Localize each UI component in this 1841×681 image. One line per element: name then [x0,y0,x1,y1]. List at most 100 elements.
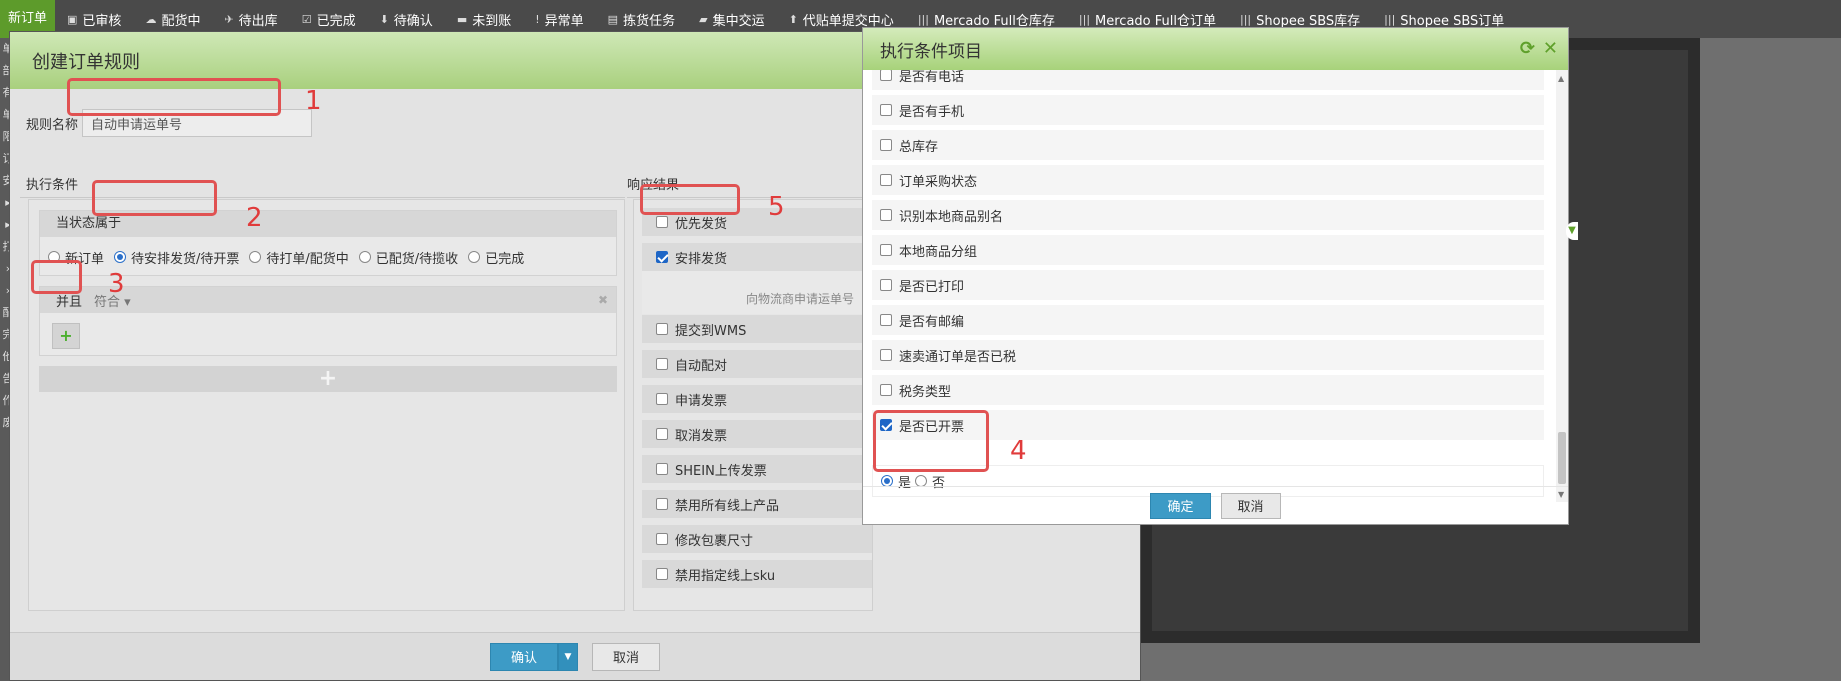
condition-item[interactable]: 是否有邮编 [872,305,1544,335]
response-label: 修改包裹尺寸 [675,533,754,549]
condition-item[interactable]: 是否有电话 [872,70,1544,90]
conditions-panel: 当状态属于 新订单 待安排发货/待开票 待打单/配货中 已配货/待揽收 已完成 并且 符… [28,199,625,611]
checkbox[interactable] [656,323,668,335]
barcode-icon: ||| [1384,12,1396,26]
state-label: 待打单/配货中 [266,251,349,267]
pin-icon: ⬇ [379,12,389,26]
response-label: 申请发票 [675,393,728,409]
condition-item[interactable]: 订单采购状态 [872,165,1544,195]
checkbox[interactable] [880,244,892,256]
condition-label: 是否有邮编 [899,314,965,330]
checkbox[interactable] [880,279,892,291]
checkbox[interactable] [880,70,892,81]
checkbox[interactable] [656,251,668,263]
response-item[interactable]: 安排发货 [642,243,872,271]
checkbox[interactable] [880,349,892,361]
response-label: 自动配对 [675,358,728,374]
confirm-split-button: 确认 ▼ [489,642,578,671]
response-item[interactable]: 修改包裹尺寸 [642,525,872,553]
checkbox[interactable] [880,209,892,221]
response-label: 优先发货 [675,216,728,232]
scrollbar[interactable]: ▲ ▼ [1556,70,1568,502]
close-icon[interactable]: ✕ [1543,38,1558,59]
condition-label: 总库存 [899,139,939,155]
response-item[interactable]: 禁用所有线上产品 [642,490,872,518]
annotation-number: 4 [1010,436,1027,466]
state-condition-box: 当状态属于 新订单 待安排发货/待开票 待打单/配货中 已配货/待揽收 已完成 [39,210,617,276]
response-item[interactable]: SHEIN上传发票 [642,455,872,483]
state-label: 待安排发货/待开票 [131,251,240,267]
response-item[interactable]: 取消发票 [642,420,872,448]
check-square-icon: ☑ [301,12,312,26]
add-condition-button[interactable]: + [52,323,80,349]
condition-item[interactable]: 是否有手机 [872,95,1544,125]
condition-item[interactable]: 税务类型 [872,375,1544,405]
condition-label: 是否有电话 [899,70,965,85]
state-radio-4[interactable]: 已完成 [468,248,524,267]
checkbox[interactable] [880,139,892,151]
remove-group-icon[interactable]: ✖ [598,293,608,307]
condition-label: 识别本地商品别名 [899,209,1004,225]
nav-item-label: 已完成 [316,13,356,29]
response-item[interactable]: 自动配对 [642,350,872,378]
response-label: 禁用所有线上产品 [675,498,780,514]
checkbox[interactable] [880,384,892,396]
checkbox[interactable] [880,314,892,326]
refresh-icon[interactable]: ⟳ [1520,38,1535,59]
cancel-button[interactable]: 取消 [592,642,661,671]
chevron-down-icon[interactable]: ▼ [558,642,578,671]
checkbox[interactable] [880,174,892,186]
condition-label: 税务类型 [899,384,952,400]
checkbox[interactable] [656,393,668,405]
state-radio-3[interactable]: 已配货/待揽收 [358,248,458,267]
condition-item[interactable]: 速卖通订单是否已税 [872,340,1544,370]
side-expand-icon[interactable]: ▼ [1566,222,1578,240]
add-group-button[interactable]: + [39,366,617,392]
nav-item-label: 代贴单提交中心 [802,13,894,29]
checkbox[interactable] [656,428,668,440]
scroll-thumb[interactable] [1558,432,1566,484]
checkbox[interactable] [656,216,668,228]
picker-title: 执行条件项目 [880,41,982,62]
response-label: 安排发货 [675,251,728,267]
response-item[interactable]: 申请发票 [642,385,872,413]
condition-item[interactable]: 是否已打印 [872,270,1544,300]
checkbox[interactable] [656,463,668,475]
checkbox[interactable] [656,568,668,580]
state-radio-2[interactable]: 待打单/配货中 [249,248,349,267]
response-label: SHEIN上传发票 [675,463,767,479]
condition-item[interactable]: 总库存 [872,130,1544,160]
state-options: 新订单 待安排发货/待开票 待打单/配货中 已配货/待揽收 已完成 [40,237,616,277]
nav-item-label: 配货中 [161,13,201,29]
scroll-up-icon[interactable]: ▲ [1558,74,1564,83]
highlight-box [67,78,281,116]
and-header: 并且 符合 ▾ ✖ [40,287,616,313]
radio-dot[interactable] [468,251,481,263]
nav-item-label: Shopee SBS库存 [1256,13,1361,29]
picker-header: 执行条件项目 ⟳ ✕ [863,28,1568,70]
checkbox[interactable] [656,533,668,545]
ok-button[interactable]: 确定 [1150,492,1211,519]
checkbox[interactable] [656,498,668,510]
checkbox[interactable] [880,104,892,116]
condition-label: 速卖通订单是否已税 [899,349,1017,365]
nav-item-label: 集中交运 [712,13,765,29]
radio-dot[interactable] [249,251,262,263]
condition-item[interactable]: 识别本地商品别名 [872,200,1544,230]
condition-label: 订单采购状态 [899,174,978,190]
radio-dot[interactable] [358,251,371,263]
card-icon: ▬ [456,12,468,26]
condition-item[interactable]: 本地商品分组 [872,235,1544,265]
responses-panel: 向物流商申请运单号 优先发货 安排发货 提交到WMS 自动配对 申请发票 取消发票 SHEI… [633,199,873,611]
confirm-button[interactable]: 确认 [489,642,558,671]
nav-item-label: 待出库 [238,13,278,29]
nav-item-label: 异常单 [544,13,584,29]
annotation-number: 5 [768,192,785,222]
picker-cancel-button[interactable]: 取消 [1220,492,1281,519]
radio-dot[interactable] [114,251,127,263]
response-item[interactable]: 禁用指定线上sku [642,560,872,588]
response-item[interactable]: 提交到WMS [642,315,872,343]
and-condition-group: 并且 符合 ▾ ✖ + [39,286,617,356]
state-radio-1[interactable]: 待安排发货/待开票 [114,248,239,267]
checkbox[interactable] [656,358,668,370]
